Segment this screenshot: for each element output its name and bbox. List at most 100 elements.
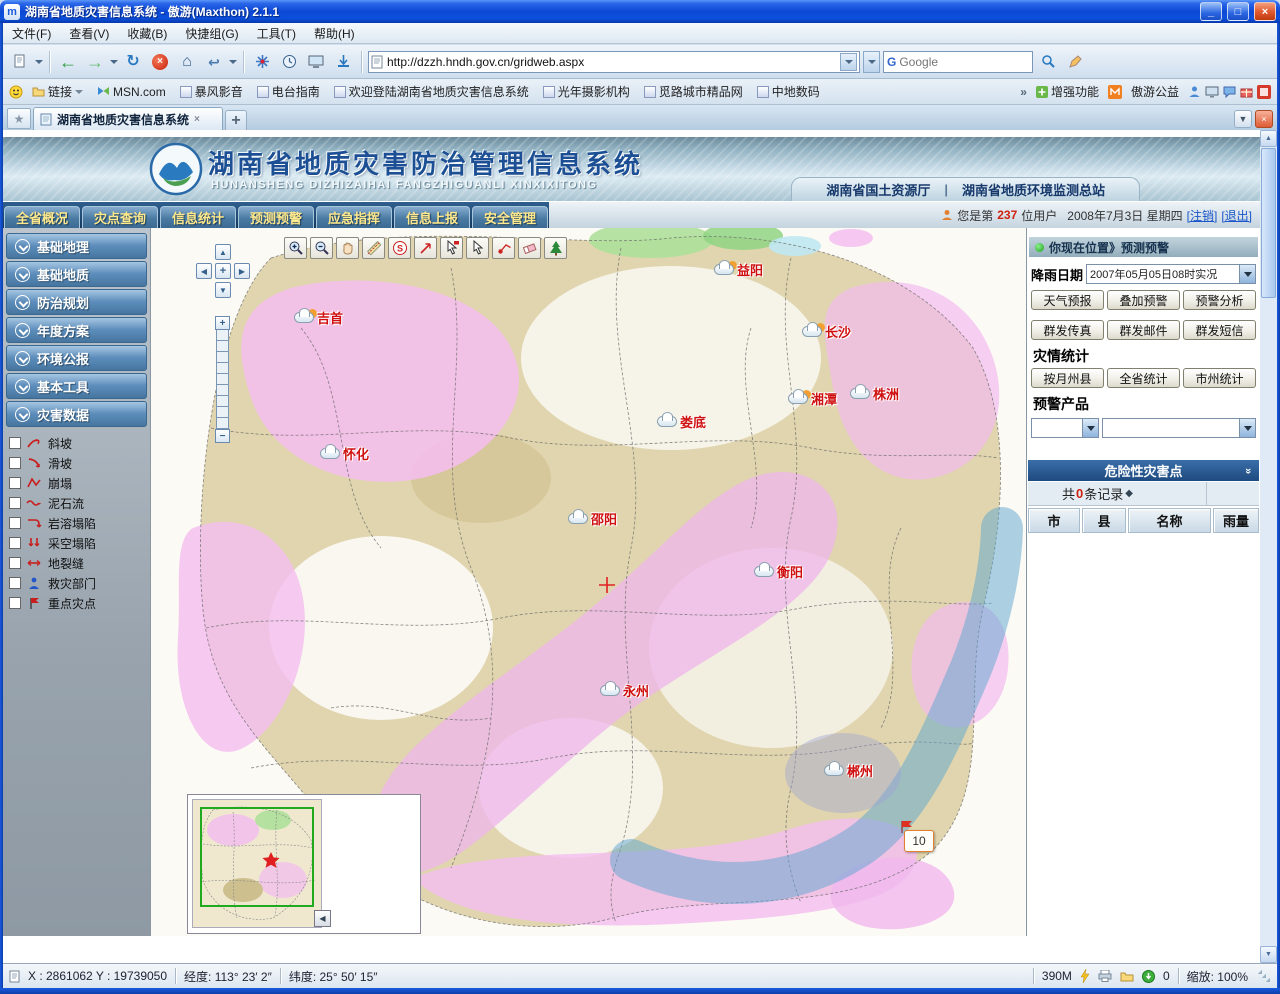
layer-checkbox-mining[interactable] [9, 537, 21, 549]
logout-link[interactable]: [注销] [1187, 207, 1218, 224]
layer-checkbox-landslide[interactable] [9, 457, 21, 469]
download-icon[interactable] [331, 50, 355, 74]
menu-view[interactable]: 查看(V) [60, 22, 118, 45]
link-hunan-geohazard[interactable]: 欢迎登陆湖南省地质灾害信息系统 [329, 81, 534, 102]
link-photo-studio[interactable]: 光年摄影机构 [538, 81, 635, 102]
new-tab-button[interactable]: + [225, 110, 247, 130]
product-type-select[interactable] [1031, 418, 1099, 438]
hotlink-tool[interactable] [492, 237, 515, 259]
resize-grip[interactable] [1258, 970, 1271, 983]
menu-favorites[interactable]: 收藏(B) [118, 22, 176, 45]
close-tab-button[interactable]: × [1255, 110, 1273, 128]
monthly-county-stats-button[interactable]: 按月州县 [1031, 368, 1104, 388]
link-storm-player[interactable]: 暴风影音 [175, 81, 248, 102]
nav-tab-security[interactable]: 安全管理 [472, 206, 548, 228]
rain-date-select[interactable]: 2007年05月05日08时实况 [1086, 264, 1256, 284]
sidebar-item-annual-plan[interactable]: 年度方案 [6, 317, 147, 343]
col-county[interactable]: 县 [1082, 508, 1126, 533]
address-dropdown[interactable] [840, 53, 857, 71]
link-geo-env-monitor-station[interactable]: 湖南省地质环境监测总站 [948, 180, 1119, 199]
search-input[interactable] [899, 55, 999, 69]
eraser-tool[interactable] [518, 237, 541, 259]
sidebar-item-base-geology[interactable]: 基础地质 [6, 261, 147, 287]
nav-tab-forecast-warning[interactable]: 预测预警 [238, 206, 314, 228]
pan-down-button[interactable]: ▼ [215, 282, 231, 298]
link-city-boutique[interactable]: 觅路城市精品网 [639, 81, 748, 102]
tab-close-icon[interactable]: × [194, 114, 200, 125]
weather-forecast-button[interactable]: 天气预报 [1031, 290, 1104, 310]
sort-diamond-icon[interactable]: ◆ [1125, 488, 1133, 499]
pan-up-button[interactable]: ▲ [215, 244, 231, 260]
plugin-icon[interactable] [250, 50, 274, 74]
bulk-sms-button[interactable]: 群发短信 [1183, 320, 1256, 340]
zoom-slider-plus[interactable]: + [215, 316, 230, 330]
pan-left-button[interactable]: ◀ [196, 263, 212, 279]
go-dropdown[interactable] [863, 51, 880, 73]
layer-checkbox-karst[interactable] [9, 517, 21, 529]
bulk-fax-button[interactable]: 群发传真 [1031, 320, 1104, 340]
layer-checkbox-key-sites[interactable] [9, 597, 21, 609]
inset-collapse-button[interactable]: ◀ [314, 910, 331, 927]
link-zhongdi[interactable]: 中地数码 [752, 81, 825, 102]
maxthon-box-icon[interactable] [1108, 85, 1122, 99]
link-radio-guide[interactable]: 电台指南 [252, 81, 325, 102]
home-button[interactable]: ⌂ [175, 50, 199, 74]
links-overflow-chevron[interactable]: » [1020, 85, 1027, 99]
back-button[interactable]: ← [56, 50, 80, 74]
layer-checkbox-fissure[interactable] [9, 557, 21, 569]
zoom-in-tool[interactable] [284, 237, 307, 259]
user-icon[interactable] [1188, 85, 1201, 98]
gift-icon[interactable] [1240, 85, 1253, 98]
zoom-slider-minus[interactable]: − [215, 429, 230, 443]
overlay-warning-button[interactable]: 叠加预警 [1107, 290, 1180, 310]
tab-active[interactable]: 湖南省地质灾害信息系统 × [33, 107, 223, 130]
menu-tools[interactable]: 工具(T) [248, 22, 305, 45]
address-input[interactable] [387, 55, 836, 69]
col-name[interactable]: 名称 [1128, 508, 1211, 533]
screen-icon[interactable] [1205, 86, 1219, 98]
menu-groups[interactable]: 快捷组(G) [176, 22, 247, 45]
sidebar-item-basic-tools[interactable]: 基本工具 [6, 373, 147, 399]
zoom-out-tool[interactable] [310, 237, 333, 259]
minimize-button[interactable]: _ [1200, 2, 1222, 21]
sidebar-item-hazard-data[interactable]: 灾害数据 [6, 401, 147, 427]
redline-tool[interactable] [414, 237, 437, 259]
nav-tab-statistics[interactable]: 信息统计 [160, 206, 236, 228]
zoom-level-tick[interactable] [216, 418, 229, 429]
undo-button[interactable]: ↩ [202, 50, 226, 74]
nav-tab-report[interactable]: 信息上报 [394, 206, 470, 228]
restore-button[interactable]: □ [1227, 2, 1249, 21]
zoom-level-tick[interactable] [216, 330, 229, 341]
center-map-button[interactable]: + [215, 263, 231, 279]
forward-button[interactable]: → [83, 50, 107, 74]
skin-icon[interactable] [1257, 85, 1271, 99]
scroll-down-arrow[interactable]: ▼ [1260, 946, 1277, 963]
overview-map[interactable] [192, 799, 322, 928]
nav-tab-site-query[interactable]: 灾点查询 [82, 206, 158, 228]
menu-file[interactable]: 文件(F) [3, 22, 60, 45]
province-stats-button[interactable]: 全省统计 [1107, 368, 1180, 388]
layer-checkbox-collapse[interactable] [9, 477, 21, 489]
link-land-resources-dept[interactable]: 湖南省国土资源厅 [812, 180, 944, 199]
warning-flag-marker[interactable]: 10 [904, 830, 934, 852]
search-go-icon[interactable] [1036, 50, 1060, 74]
warning-analysis-button[interactable]: 预警分析 [1183, 290, 1256, 310]
snapshot-icon[interactable] [304, 50, 328, 74]
menu-help[interactable]: 帮助(H) [305, 22, 364, 45]
chat-icon[interactable] [1223, 86, 1236, 98]
undo-dropdown-icon[interactable] [229, 60, 237, 64]
pan-tool[interactable] [336, 237, 359, 259]
danger-sites-header[interactable]: 危险性灾害点 » [1028, 460, 1259, 481]
exit-link[interactable]: [退出] [1221, 207, 1252, 224]
zoom-level-tick[interactable] [216, 341, 229, 352]
edit-search-icon[interactable] [1063, 50, 1087, 74]
favorites-star-icon[interactable]: ★ [7, 108, 31, 129]
layer-checkbox-slope[interactable] [9, 437, 21, 449]
scroll-up-arrow[interactable]: ▲ [1260, 130, 1277, 147]
legend-tree-tool[interactable] [544, 237, 567, 259]
google-engine-icon[interactable]: G [887, 55, 896, 69]
zoom-level-tick[interactable] [216, 363, 229, 374]
close-button[interactable]: × [1254, 2, 1276, 21]
new-dropdown-icon[interactable] [35, 60, 43, 64]
sidebar-item-env-bulletin[interactable]: 环境公报 [6, 345, 147, 371]
